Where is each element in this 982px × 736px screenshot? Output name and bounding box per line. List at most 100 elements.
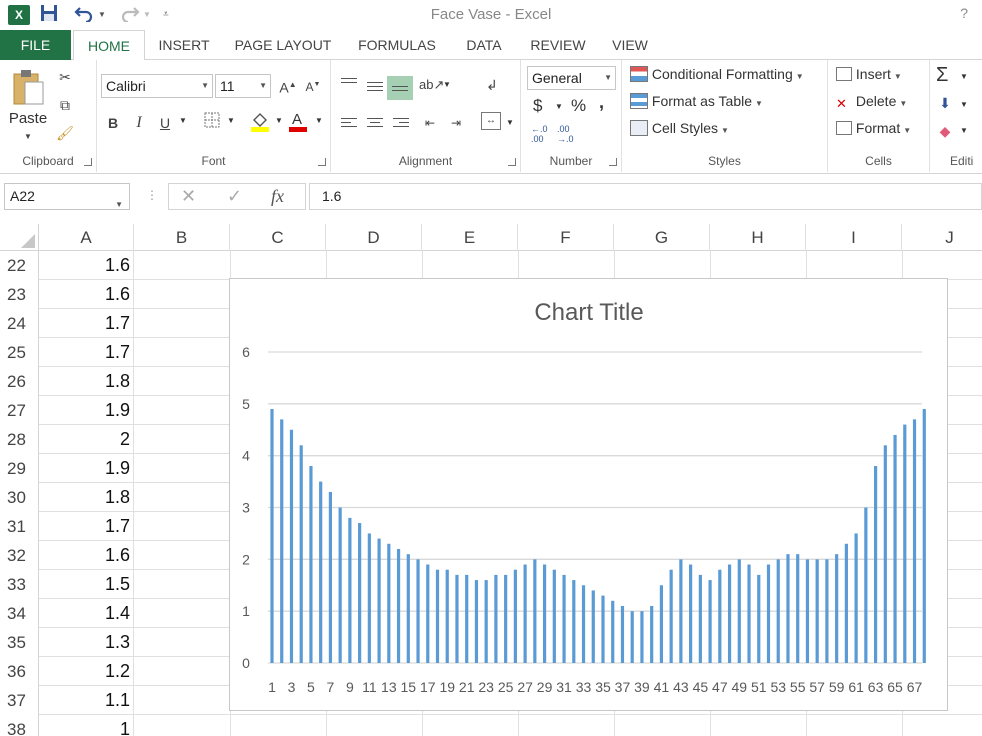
row-header[interactable]: 38 (0, 715, 39, 736)
format-painter-icon[interactable]: 🖌 (54, 122, 76, 144)
underline-dropdown-icon[interactable]: ▼ (179, 116, 187, 125)
align-center-icon[interactable] (367, 118, 383, 132)
cell-a[interactable]: 1.8 (39, 367, 134, 396)
middle-align-icon[interactable] (367, 82, 383, 96)
top-align-icon[interactable] (341, 78, 357, 92)
row-header[interactable]: 26 (0, 367, 39, 396)
wrap-text-icon[interactable]: ↲ (481, 74, 503, 96)
orientation-dropdown-icon[interactable]: ▼ (443, 80, 451, 89)
font-color-icon[interactable]: A (287, 110, 309, 132)
row-header[interactable]: 29 (0, 454, 39, 483)
column-header-g[interactable]: G (614, 224, 710, 251)
decrease-indent-icon[interactable]: ⇤ (419, 112, 441, 134)
help-icon[interactable]: ? (960, 5, 968, 21)
align-right-icon[interactable] (393, 118, 409, 132)
tab-review[interactable]: REVIEW (522, 30, 594, 60)
autosum-dropdown-icon[interactable]: ▼ (960, 72, 968, 81)
tab-insert[interactable]: INSERT (148, 30, 220, 60)
cell-a[interactable]: 1.8 (39, 483, 134, 512)
cell-a[interactable]: 1.7 (39, 309, 134, 338)
underline-button[interactable]: U (154, 112, 176, 134)
cell-a[interactable]: 1 (39, 715, 134, 736)
row-header[interactable]: 28 (0, 425, 39, 454)
cell-a[interactable]: 1.6 (39, 251, 134, 280)
format-as-table-button[interactable]: Format as Table ▼ (630, 93, 763, 109)
tab-view[interactable]: VIEW (603, 30, 657, 60)
tab-home[interactable]: HOME (73, 30, 145, 61)
bottom-align-button[interactable] (387, 76, 413, 100)
copy-icon[interactable]: ⧉ (54, 94, 76, 116)
increase-indent-icon[interactable]: ⇥ (445, 112, 467, 134)
grow-font-icon[interactable]: A▲ (277, 74, 299, 96)
cancel-icon[interactable]: ✕ (181, 186, 196, 207)
conditional-formatting-button[interactable]: Conditional Formatting ▼ (630, 66, 804, 82)
cell-a[interactable]: 2 (39, 425, 134, 454)
bold-button[interactable]: B (102, 112, 124, 134)
number-launcher-icon[interactable] (609, 158, 617, 166)
row-header[interactable]: 30 (0, 483, 39, 512)
shrink-font-icon[interactable]: A▼ (302, 74, 324, 96)
font-color-dropdown-icon[interactable]: ▼ (315, 116, 323, 125)
font-name-select[interactable]: Calibri ▼ (101, 74, 213, 98)
cell-styles-button[interactable]: Cell Styles ▼ (630, 120, 729, 136)
autosum-icon[interactable]: Σ (936, 64, 948, 87)
fill-dropdown-icon[interactable]: ▼ (960, 100, 968, 109)
number-format-select[interactable]: General ▼ (527, 66, 616, 90)
row-header[interactable]: 24 (0, 309, 39, 338)
font-launcher-icon[interactable] (318, 158, 326, 166)
cell-a[interactable]: 1.7 (39, 338, 134, 367)
cell-a[interactable]: 1.6 (39, 541, 134, 570)
row-header[interactable]: 33 (0, 570, 39, 599)
cell-a[interactable]: 1.1 (39, 686, 134, 715)
cell-a[interactable]: 1.9 (39, 454, 134, 483)
column-header-j[interactable]: J (902, 224, 982, 251)
merge-center-icon[interactable]: ↔ (481, 112, 501, 130)
currency-dropdown-icon[interactable]: ▼ (555, 102, 563, 111)
row-header[interactable]: 34 (0, 599, 39, 628)
column-header-f[interactable]: F (518, 224, 614, 251)
insert-function-icon[interactable]: fx (271, 186, 284, 207)
row-header[interactable]: 35 (0, 628, 39, 657)
insert-cells-button[interactable]: Insert ▼ (836, 66, 902, 82)
select-all-button[interactable] (0, 224, 39, 251)
row-header[interactable]: 36 (0, 657, 39, 686)
formula-input[interactable]: 1.6 (309, 183, 982, 210)
cut-icon[interactable]: ✂ (54, 66, 76, 88)
column-header-c[interactable]: C (230, 224, 326, 251)
format-cells-button[interactable]: Format ▼ (836, 120, 911, 136)
column-header-e[interactable]: E (422, 224, 518, 251)
clear-dropdown-icon[interactable]: ▼ (960, 126, 968, 135)
italic-button[interactable]: I (128, 112, 150, 134)
tab-data[interactable]: DATA (455, 30, 513, 60)
percent-button[interactable]: % (571, 96, 586, 116)
column-header-h[interactable]: H (710, 224, 806, 251)
decrease-decimal-button[interactable]: .00 →.0 (557, 124, 574, 144)
row-header[interactable]: 27 (0, 396, 39, 425)
chart[interactable]: Chart Title 0 1 2 3 4 5 6 1 3 5 7 9 11 13 15 17 19 21 23 25 2… (229, 278, 948, 711)
row-header[interactable]: 37 (0, 686, 39, 715)
tab-file[interactable]: FILE (0, 30, 71, 60)
row-header[interactable]: 32 (0, 541, 39, 570)
name-box[interactable]: A22 ▼ (4, 183, 130, 210)
font-size-select[interactable]: 11 ▼ (215, 74, 271, 98)
borders-icon[interactable] (201, 112, 223, 134)
comma-button[interactable]: , (599, 92, 604, 113)
column-header-a[interactable]: A (39, 224, 134, 251)
row-header[interactable]: 25 (0, 338, 39, 367)
column-header-d[interactable]: D (326, 224, 422, 251)
enter-icon[interactable]: ✓ (227, 186, 242, 207)
tab-formulas[interactable]: FORMULAS (349, 30, 445, 60)
fill-down-icon[interactable]: ⬇ (934, 92, 956, 114)
fill-color-icon[interactable] (249, 110, 271, 132)
fill-color-dropdown-icon[interactable]: ▼ (275, 116, 283, 125)
formula-bar-grip-icon[interactable]: ⋮ (146, 188, 158, 202)
alignment-launcher-icon[interactable] (508, 158, 516, 166)
cell-a[interactable]: 1.9 (39, 396, 134, 425)
align-left-icon[interactable] (341, 118, 357, 132)
column-header-b[interactable]: B (134, 224, 230, 251)
row-header[interactable]: 22 (0, 251, 39, 280)
increase-decimal-button[interactable]: ←.0 .00 (531, 124, 548, 144)
cell-a[interactable]: 1.6 (39, 280, 134, 309)
clipboard-launcher-icon[interactable] (84, 158, 92, 166)
row-header[interactable]: 31 (0, 512, 39, 541)
